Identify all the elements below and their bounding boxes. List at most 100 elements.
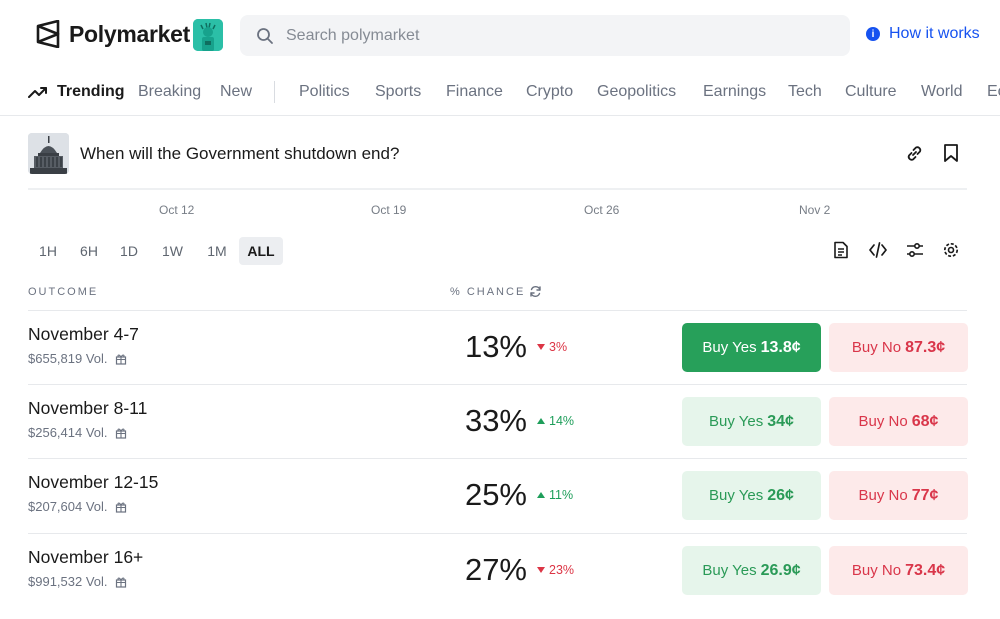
tab-trending[interactable]: Trending <box>57 83 125 101</box>
volume-text: $207,604 Vol. <box>28 499 108 514</box>
tab-earnings[interactable]: Earnings <box>703 83 766 101</box>
outcome-name: November 4-7 <box>28 324 139 344</box>
search-input[interactable]: Search polymarket <box>286 27 419 45</box>
triangle-down-icon <box>537 567 545 573</box>
buy-no-button[interactable]: Buy No 77¢ <box>829 471 968 520</box>
tab-crypto[interactable]: Crypto <box>526 83 573 101</box>
chance-value: 25% <box>464 477 527 512</box>
no-price: 73.4¢ <box>905 561 946 579</box>
brand-name: Polymarket <box>69 20 191 47</box>
outcome-row[interactable]: November 16+ $991,532 Vol. 27% 23% Buy Y… <box>0 533 1000 607</box>
buy-yes-label: Buy Yes <box>702 339 757 356</box>
chart-date-label: Oct 19 <box>371 203 407 217</box>
chance-change-up: 14% <box>537 414 574 428</box>
how-it-works-label: How it works <box>889 25 980 42</box>
outcome-row[interactable]: November 8-11 $256,414 Vol. 33% 14% Buy … <box>0 384 1000 458</box>
nav-divider <box>274 81 275 103</box>
chart-date-label: Nov 2 <box>799 203 831 217</box>
chance-value: 33% <box>464 403 527 438</box>
outcome-volume: $991,532 Vol. <box>28 574 127 589</box>
chart-baseline <box>28 188 967 190</box>
document-icon[interactable] <box>832 241 850 259</box>
buy-yes-label: Buy Yes <box>702 562 757 579</box>
change-value: 14% <box>549 414 575 428</box>
search-bar[interactable]: Search polymarket <box>240 15 850 56</box>
link-icon[interactable] <box>905 144 924 163</box>
buy-yes-label: Buy Yes <box>709 413 764 430</box>
tab-world[interactable]: World <box>921 83 963 101</box>
category-nav: Trending Breaking New Politics Sports Fi… <box>0 70 1000 116</box>
tab-economy[interactable]: Ec <box>987 83 1000 101</box>
sliders-icon[interactable] <box>906 241 924 259</box>
volume-text: $991,532 Vol. <box>28 574 108 589</box>
refresh-icon[interactable] <box>529 285 542 298</box>
chance-column-header: % CHANCE <box>450 286 526 298</box>
settings-gear-icon[interactable] <box>942 241 960 259</box>
tab-breaking[interactable]: Breaking <box>138 83 201 101</box>
chart-date-label: Oct 26 <box>584 203 620 217</box>
range-1d-button[interactable]: 1D <box>113 237 145 265</box>
info-icon: i <box>866 27 880 41</box>
buy-yes-button[interactable]: Buy Yes 34¢ <box>682 397 821 446</box>
outcome-row[interactable]: November 12-15 $207,604 Vol. 25% 11% Buy… <box>0 458 1000 532</box>
yes-price: 26.9¢ <box>760 561 801 579</box>
buy-no-label: Buy No <box>851 339 902 356</box>
outcome-name: November 12-15 <box>28 472 159 492</box>
buy-yes-button[interactable]: Buy Yes 26¢ <box>682 471 821 520</box>
bookmark-icon[interactable] <box>942 143 960 163</box>
outcome-name: November 16+ <box>28 547 144 567</box>
buy-no-button[interactable]: Buy No 87.3¢ <box>829 323 968 372</box>
gift-icon <box>115 502 126 513</box>
market-title: When will the Government shutdown end? <box>80 144 400 163</box>
triangle-up-icon <box>537 492 545 498</box>
outcome-row[interactable]: November 4-7 $655,819 Vol. 13% 3% Buy Ye… <box>0 310 1000 384</box>
yes-price: 26¢ <box>767 486 794 504</box>
statue-of-liberty-badge-icon[interactable] <box>193 19 223 51</box>
yes-price: 34¢ <box>767 412 794 430</box>
range-all-button[interactable]: ALL <box>239 237 283 265</box>
range-1m-button[interactable]: 1M <box>199 237 235 265</box>
chance-change-down: 23% <box>537 563 574 577</box>
yes-price: 13.8¢ <box>760 338 801 356</box>
market-image-capitol <box>28 133 69 174</box>
buy-no-label: Buy No <box>851 562 902 579</box>
volume-text: $256,414 Vol. <box>28 425 108 440</box>
gift-icon <box>115 428 126 439</box>
no-price: 77¢ <box>911 486 939 504</box>
tab-new[interactable]: New <box>220 83 252 101</box>
no-price: 68¢ <box>911 412 939 430</box>
outcome-column-header: OUTCOME <box>28 286 99 298</box>
top-header: Polymarket Search polymarket i How it wo… <box>0 0 1000 70</box>
brand-logo[interactable]: Polymarket <box>36 20 190 48</box>
buy-yes-button[interactable]: Buy Yes 26.9¢ <box>682 546 821 595</box>
tab-tech[interactable]: Tech <box>788 83 822 101</box>
tab-sports[interactable]: Sports <box>375 83 421 101</box>
buy-yes-button[interactable]: Buy Yes 13.8¢ <box>682 323 821 372</box>
search-icon <box>257 27 273 44</box>
gift-icon <box>115 577 126 588</box>
tab-politics[interactable]: Politics <box>299 83 350 101</box>
polymarket-logo-icon <box>36 20 60 48</box>
no-price: 87.3¢ <box>905 338 946 356</box>
change-value: 11% <box>549 488 574 502</box>
chance-value: 13% <box>464 329 527 364</box>
embed-code-icon[interactable] <box>869 241 887 259</box>
volume-text: $655,819 Vol. <box>28 351 108 366</box>
tab-culture[interactable]: Culture <box>845 83 897 101</box>
range-1h-button[interactable]: 1H <box>32 237 64 265</box>
outcome-name: November 8-11 <box>28 398 148 418</box>
outcome-volume: $207,604 Vol. <box>28 499 127 514</box>
tab-geopolitics[interactable]: Geopolitics <box>597 83 676 101</box>
change-value: 23% <box>549 563 575 577</box>
range-1w-button[interactable]: 1W <box>154 237 191 265</box>
chart-date-label: Oct 12 <box>159 203 195 217</box>
triangle-up-icon <box>537 418 545 424</box>
trending-icon <box>28 87 47 98</box>
buy-no-label: Buy No <box>858 413 908 430</box>
buy-no-button[interactable]: Buy No 73.4¢ <box>829 546 968 595</box>
how-it-works-link[interactable]: i How it works <box>866 25 980 43</box>
change-value: 3% <box>549 340 568 354</box>
range-6h-button[interactable]: 6H <box>72 237 106 265</box>
buy-no-button[interactable]: Buy No 68¢ <box>829 397 968 446</box>
tab-finance[interactable]: Finance <box>446 83 503 101</box>
